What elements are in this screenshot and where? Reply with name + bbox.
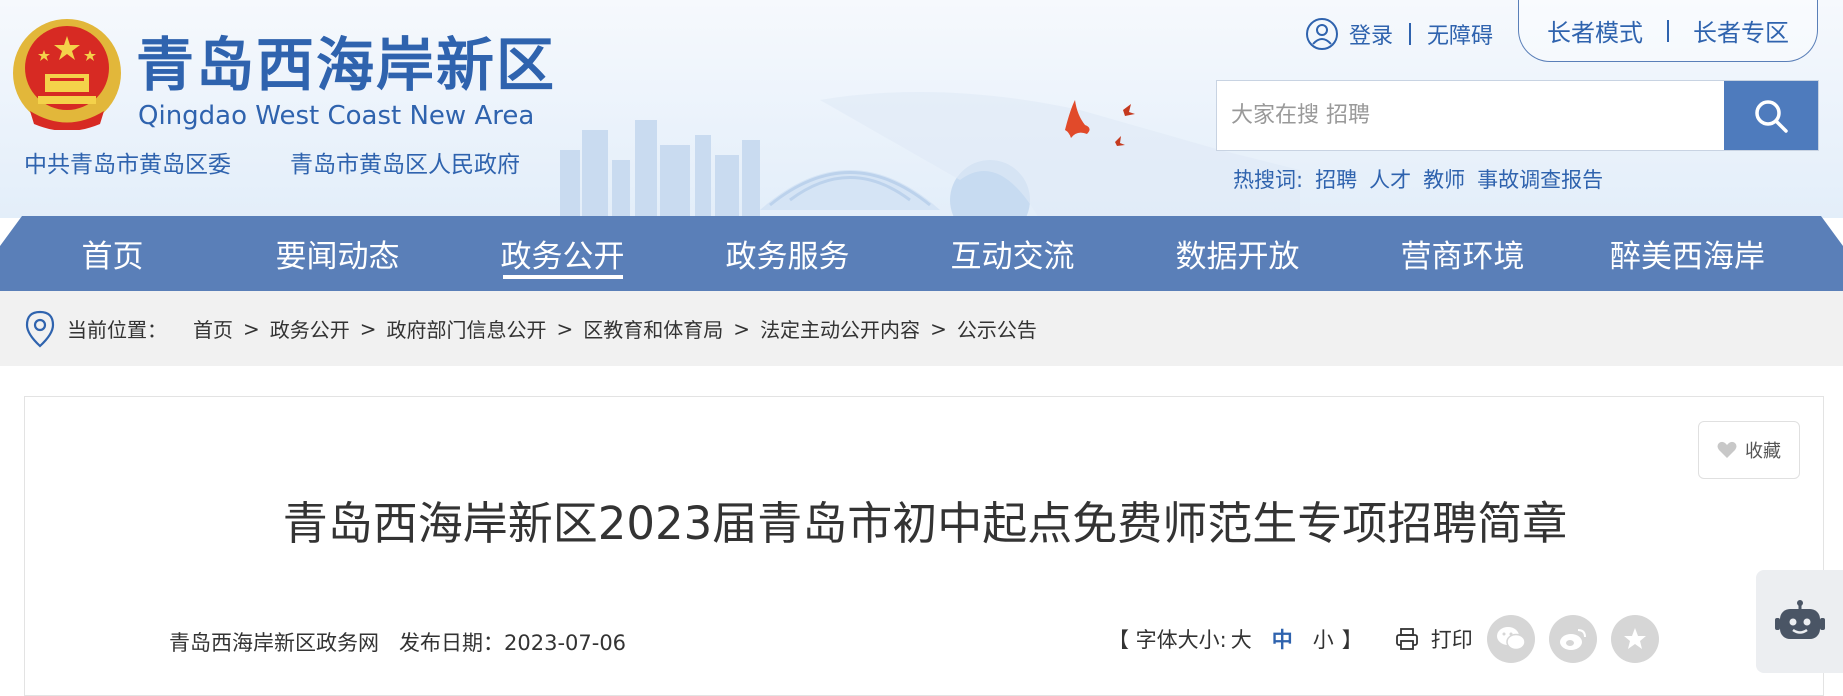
chatbot-button[interactable] — [1756, 570, 1843, 673]
main-nav: 首页 要闻动态 政务公开 政务服务 互动交流 数据开放 营商环境 醉美西海岸 — [0, 216, 1843, 291]
breadcrumb-label: 当前位置： — [67, 318, 167, 342]
breadcrumb-separator: > — [359, 316, 377, 341]
nav-item-home[interactable]: 首页 — [0, 216, 225, 291]
government-label: 青岛市黄岛区人民政府 — [290, 152, 520, 178]
breadcrumb-separator: > — [243, 316, 260, 341]
article-source: 青岛西海岸新区政务网 — [169, 631, 379, 655]
nav-item-news[interactable]: 要闻动态 — [225, 216, 450, 291]
breadcrumb-item[interactable]: 法定主动公开内容 — [760, 314, 920, 343]
birds-decoration — [1065, 100, 1135, 146]
search-input[interactable] — [1217, 81, 1724, 150]
print-label: 打印 — [1430, 628, 1473, 652]
favorite-button[interactable]: 收藏 — [1698, 421, 1800, 479]
font-medium-button[interactable]: 中 — [1272, 624, 1293, 654]
share-weibo-button[interactable] — [1548, 615, 1597, 663]
breadcrumb-separator: > — [556, 316, 574, 341]
hot-search-label: 热搜词: — [1233, 168, 1304, 192]
hot-search: 热搜词: 招聘 人才 教师 事故调查报告 — [1233, 164, 1615, 194]
nav-item-scenery[interactable]: 醉美西海岸 — [1575, 216, 1800, 291]
breadcrumb-item[interactable]: 公示公告 — [957, 314, 1037, 343]
search-icon — [1755, 99, 1788, 133]
font-large-button[interactable]: 大 — [1231, 624, 1252, 654]
hot-word[interactable]: 教师 — [1423, 164, 1465, 194]
hot-word[interactable]: 事故调查报告 — [1477, 164, 1603, 194]
wechat-icon — [1496, 627, 1526, 651]
accessibility-link[interactable]: 无障碍 — [1427, 18, 1493, 50]
nav-item-open-data[interactable]: 数据开放 — [1125, 216, 1350, 291]
share-qzone-button[interactable] — [1610, 615, 1659, 663]
login-link[interactable]: 登录 — [1349, 18, 1393, 50]
breadcrumb-item[interactable]: 区教育和体育局 — [583, 314, 723, 343]
elder-mode-box: 长者模式 长者专区 — [1518, 0, 1818, 62]
divider — [1667, 19, 1669, 42]
top-links: 登录 无障碍 — [1305, 14, 1493, 54]
article-panel: 收藏 青岛西海岸新区2023届青岛市初中起点免费师范生专项招聘简章 青岛西海岸新… — [24, 396, 1824, 696]
site-name-english: Qingdao West Coast New Area — [138, 101, 535, 131]
font-size-close: 】 — [1341, 628, 1363, 652]
breadcrumb-item[interactable]: 首页 — [193, 314, 233, 343]
font-size-label: 【 字体大小: — [1108, 628, 1227, 652]
breadcrumb-separator: > — [930, 316, 947, 341]
divider — [1409, 23, 1412, 45]
article-tools: 【 字体大小: 大 中 小 】 打印 — [1108, 609, 1659, 669]
elder-zone-link[interactable]: 长者专区 — [1693, 13, 1789, 48]
user-icon — [1306, 18, 1338, 50]
share-wechat-button[interactable] — [1486, 615, 1535, 663]
breadcrumb-separator: > — [733, 316, 751, 341]
article-title: 青岛西海岸新区2023届青岛市初中起点免费师范生专项招聘简章 — [282, 497, 1568, 550]
print-button[interactable]: 打印 — [1395, 624, 1473, 654]
hot-word[interactable]: 人才 — [1369, 164, 1411, 194]
breadcrumb-item[interactable]: 政务公开 — [270, 314, 350, 343]
nav-item-business[interactable]: 营商环境 — [1350, 216, 1575, 291]
site-header: 青岛西海岸新区 Qingdao West Coast New Area 中共青岛… — [0, 0, 1843, 218]
site-name: 青岛西海岸新区 — [136, 31, 557, 99]
breadcrumb-item[interactable]: 政府部门信息公开 — [387, 314, 547, 343]
font-small-button[interactable]: 小 — [1313, 624, 1334, 654]
article-meta: 青岛西海岸新区政务网 发布日期：2023-07-06 — [169, 627, 646, 657]
search-box — [1216, 80, 1819, 151]
hot-word[interactable]: 招聘 — [1315, 164, 1357, 194]
party-committee-label: 中共青岛市黄岛区委 — [24, 152, 231, 178]
nav-item-gov-affairs[interactable]: 政务公开 — [450, 216, 675, 291]
star-icon — [1623, 628, 1646, 649]
location-pin-icon — [25, 310, 55, 347]
publish-date-value: 2023-07-06 — [504, 631, 627, 655]
breadcrumb: 当前位置： 首页 > 政务公开 > 政府部门信息公开 > 区教育和体育局 > 法… — [0, 291, 1843, 366]
national-emblem-icon — [13, 19, 121, 130]
printer-icon — [1395, 628, 1418, 650]
robot-icon — [1774, 599, 1825, 639]
nav-item-interaction[interactable]: 互动交流 — [900, 216, 1125, 291]
skyline-decoration — [520, 92, 1300, 218]
favorite-label: 收藏 — [1745, 441, 1781, 462]
elder-mode-link[interactable]: 长者模式 — [1547, 13, 1643, 48]
publish-date-label: 发布日期： — [399, 631, 504, 655]
heart-icon — [1717, 441, 1737, 458]
nav-item-gov-services[interactable]: 政务服务 — [675, 216, 900, 291]
weibo-icon — [1559, 629, 1586, 650]
search-button[interactable] — [1724, 81, 1818, 150]
publish-date: 发布日期：2023-07-06 — [399, 627, 626, 657]
